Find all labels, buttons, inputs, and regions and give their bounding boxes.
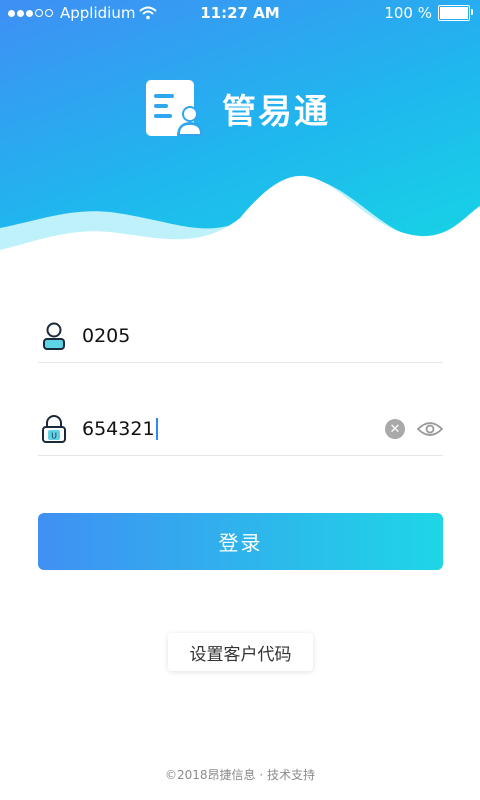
user-icon — [40, 321, 68, 351]
lock-icon: U — [40, 414, 68, 444]
logo-icon — [146, 80, 203, 136]
username-input[interactable]: 0205 — [82, 325, 130, 347]
password-actions: ✕ — [385, 419, 443, 439]
header-banner: Applidium 11:27 AM 100 % 管易通 — [0, 0, 480, 260]
username-field[interactable]: 0205 — [38, 310, 443, 363]
battery-icon — [438, 5, 473, 21]
app-name: 管易通 — [222, 91, 330, 132]
wave-decoration — [0, 175, 480, 260]
set-customer-code-button[interactable]: 设置客户代码 — [168, 633, 313, 671]
app-logo: 管易通 — [146, 80, 330, 136]
footer-copyright: ©2018昂捷信息 · 技术支持 — [165, 768, 315, 782]
password-input[interactable]: 654321 — [82, 418, 158, 441]
password-field[interactable]: U 654321 ✕ — [38, 403, 443, 456]
password-value: 654321 — [82, 417, 155, 440]
text-caret — [155, 418, 158, 441]
svg-text:U: U — [51, 432, 57, 441]
clear-icon[interactable]: ✕ — [385, 419, 405, 439]
eye-icon[interactable] — [417, 420, 443, 438]
battery-group: 100 % — [384, 4, 473, 22]
battery-percent: 100 % — [384, 4, 432, 22]
login-button[interactable]: 登录 — [38, 513, 443, 570]
status-bar: Applidium 11:27 AM 100 % — [0, 0, 480, 26]
